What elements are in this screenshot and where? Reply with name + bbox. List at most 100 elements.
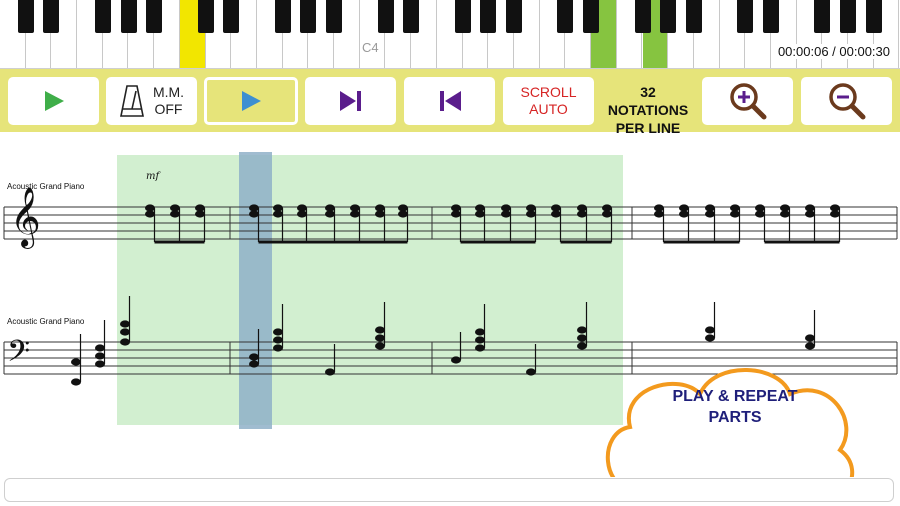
note-head <box>577 342 587 350</box>
black-key[interactable] <box>480 0 497 33</box>
note-head <box>120 338 130 346</box>
black-key[interactable] <box>685 0 702 33</box>
black-key[interactable] <box>506 0 522 33</box>
note-head <box>249 210 259 218</box>
bottom-scrollbar[interactable] <box>4 478 894 502</box>
note-head <box>577 326 587 334</box>
zoom-in-icon <box>729 83 766 120</box>
middle-c-label: C4 <box>362 40 379 55</box>
dynamic-marking: mf <box>146 171 161 182</box>
note-head <box>475 210 485 218</box>
instrument-label-bottom: Acoustic Grand Piano <box>7 317 85 326</box>
metronome-label: M.M. <box>152 84 185 100</box>
black-key[interactable] <box>403 0 420 33</box>
black-key[interactable] <box>634 0 651 33</box>
note-head <box>577 334 587 342</box>
black-key[interactable] <box>865 0 882 33</box>
note-head <box>602 210 612 218</box>
note-head <box>95 344 105 352</box>
notations-per-line[interactable]: 32 NOTATIONS PER LINE <box>600 83 696 137</box>
note-head <box>273 328 283 336</box>
note-head <box>95 352 105 360</box>
note-head <box>830 210 840 218</box>
play-button[interactable] <box>8 77 99 125</box>
zoom-in-button[interactable] <box>702 77 793 125</box>
callout-text: PLAY & REPEAT PARTS <box>650 386 820 428</box>
note-head <box>805 342 815 350</box>
black-key[interactable] <box>660 0 677 33</box>
note-head <box>71 358 81 366</box>
black-key[interactable] <box>814 0 831 33</box>
note-head <box>705 334 715 342</box>
black-key[interactable] <box>763 0 779 33</box>
scroll-label: SCROLL <box>520 84 577 100</box>
previous-button[interactable] <box>404 77 495 125</box>
black-key[interactable] <box>43 0 60 33</box>
note-head <box>375 342 385 350</box>
note-head <box>501 210 511 218</box>
note-head <box>170 210 180 218</box>
skip-next-icon <box>339 91 361 111</box>
black-key[interactable] <box>840 0 857 33</box>
zoom-out-icon <box>828 83 865 120</box>
black-key[interactable] <box>94 0 111 33</box>
piano-keyboard[interactable]: C4 00:00:06 / 00:00:30 <box>0 0 900 69</box>
note-head <box>273 336 283 344</box>
notations-count: 32 NOTATIONS <box>607 84 689 118</box>
note-head <box>805 334 815 342</box>
metronome-button[interactable]: M.M. OFF <box>106 77 197 125</box>
instrument-label-top: Acoustic Grand Piano <box>7 182 85 191</box>
note-head <box>249 353 259 361</box>
black-key[interactable] <box>274 0 291 33</box>
black-key[interactable] <box>300 0 317 33</box>
selected-range[interactable] <box>117 155 623 425</box>
playhead[interactable] <box>239 152 272 429</box>
note-head <box>71 378 81 386</box>
black-key[interactable] <box>326 0 343 33</box>
scroll-button[interactable]: SCROLL AUTO <box>503 77 594 125</box>
skip-previous-icon <box>439 91 461 111</box>
note-head <box>780 210 790 218</box>
next-button[interactable] <box>305 77 396 125</box>
black-key[interactable] <box>737 0 754 33</box>
note-head <box>654 210 664 218</box>
black-key[interactable] <box>146 0 163 33</box>
black-key[interactable] <box>583 0 600 33</box>
note-head <box>249 360 259 368</box>
note-head <box>805 210 815 218</box>
black-key[interactable] <box>197 0 214 33</box>
black-key[interactable] <box>17 0 34 33</box>
black-key[interactable] <box>223 0 240 33</box>
note-head <box>755 210 765 218</box>
note-head <box>451 210 461 218</box>
black-key[interactable] <box>454 0 471 33</box>
note-head <box>375 326 385 334</box>
note-head <box>95 360 105 368</box>
note-head <box>475 344 485 352</box>
note-head <box>679 210 689 218</box>
black-key[interactable] <box>557 0 574 33</box>
callout-line-2: PARTS <box>708 409 762 426</box>
note-head <box>730 210 740 218</box>
note-head <box>375 334 385 342</box>
note-head <box>273 210 283 218</box>
play-selection-button[interactable] <box>204 77 298 125</box>
note-head <box>705 210 715 218</box>
play-icon <box>242 91 261 111</box>
note-head <box>325 368 335 376</box>
playback-time: 00:00:06 / 00:00:30 <box>775 44 892 59</box>
note-head <box>526 210 536 218</box>
toolbar: M.M. OFF SCROLL AUTO 32 NOTATIONS PER LI… <box>0 69 900 136</box>
note-head <box>705 326 715 334</box>
note-head <box>350 210 360 218</box>
note-head <box>451 356 461 364</box>
note-head <box>375 210 385 218</box>
black-key[interactable] <box>120 0 137 33</box>
scroll-state: AUTO <box>529 101 568 117</box>
note-head <box>551 210 561 218</box>
zoom-out-button[interactable] <box>801 77 892 125</box>
note-head <box>325 210 335 218</box>
black-key[interactable] <box>377 0 394 33</box>
note-head <box>526 368 536 376</box>
note-head <box>475 336 485 344</box>
